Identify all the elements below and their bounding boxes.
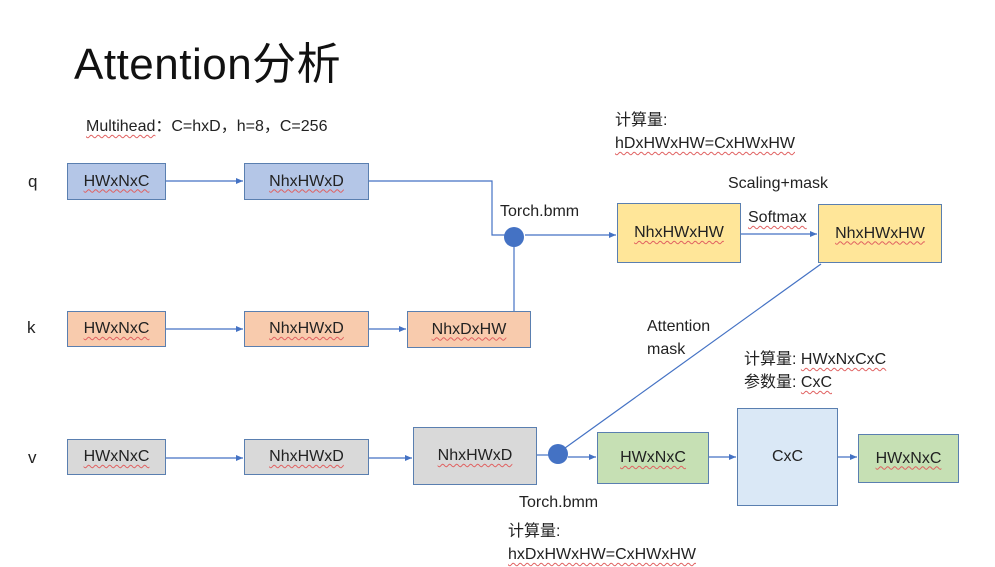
box-q-input: HWxNxC: [67, 163, 166, 200]
box-k-transposed: NhxDxHW: [407, 311, 531, 348]
box-attention-softmax: NhxHWxHW: [818, 204, 942, 263]
box-output-projection: CxC: [737, 408, 838, 506]
bmm-top-node: [504, 227, 524, 247]
box-q-reshaped: NhxHWxD: [244, 163, 369, 200]
row-label-k: k: [27, 318, 36, 337]
row-label-v: v: [28, 448, 37, 467]
box-v-input: HWxNxC: [67, 439, 166, 475]
note-mid-params: 参数量: CxC: [744, 374, 833, 391]
bmm-bottom-node: [548, 444, 568, 464]
label-softmax: Softmax: [748, 209, 807, 226]
label-torch-bmm-top: Torch.bmm: [500, 203, 580, 220]
note-mid-compute: 计算量: HWxNxCxC: [744, 351, 887, 368]
label-torch-bmm-bottom: Torch.bmm: [519, 494, 599, 511]
box-output-final: HWxNxC: [858, 434, 959, 483]
box-k-input: HWxNxC: [67, 311, 166, 347]
note-bottom-label: 计算量:: [508, 523, 561, 540]
box-v-heads: NhxHWxD: [413, 427, 537, 485]
box-output-heads: HWxNxC: [597, 432, 709, 484]
line-q2-to-bmm-top: [369, 180, 505, 236]
label-scaling-mask: Scaling+mask: [728, 175, 829, 192]
row-label-q: q: [28, 172, 38, 191]
page-title: Attention分析: [74, 40, 342, 89]
label-attention-mask-line2: mask: [647, 341, 686, 358]
note-bottom-formula: hxDxHWxHW=CxHWxHW: [508, 546, 696, 563]
box-v-reshaped: NhxHWxD: [244, 439, 369, 475]
multihead-term: Multihead: [86, 118, 156, 135]
note-top-label: 计算量:: [615, 112, 668, 129]
multihead-params: ：C=hxD，h=8，C=256: [155, 118, 328, 135]
label-attention-mask-line1: Attention: [647, 318, 711, 335]
box-k-reshaped: NhxHWxD: [244, 311, 369, 347]
multihead-config: Multihead：C=hxD，h=8，C=256: [86, 112, 327, 136]
note-top-formula: hDxHWxHW=CxHWxHW: [615, 135, 795, 152]
box-attention-scores: NhxHWxHW: [617, 203, 741, 263]
